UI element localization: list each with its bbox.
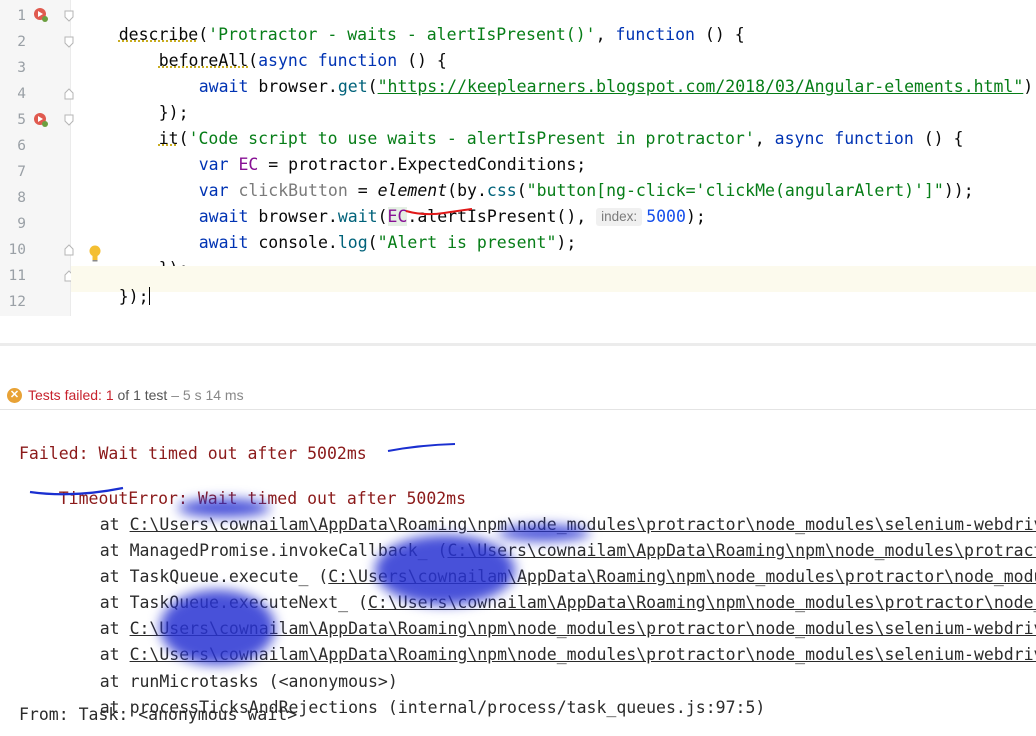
- code-token: );: [686, 207, 706, 226]
- status-prefix: Tests failed:: [28, 387, 106, 403]
- code-line-3[interactable]: await browser.get("https://keeplearners.…: [159, 58, 1036, 115]
- panel-divider[interactable]: [0, 343, 1036, 346]
- test-duration: – 5 s 14 ms: [167, 387, 243, 403]
- code-token: ,: [755, 129, 775, 148]
- code-token: await: [199, 77, 249, 96]
- line-number: 4: [0, 86, 26, 102]
- redaction-scribble: [375, 535, 515, 605]
- code-editor[interactable]: 1 2 3 4 5 6 7 8 9 10 11 12 describe(': [0, 0, 1036, 316]
- redaction-scribble: [498, 525, 590, 541]
- current-line-highlight: [71, 266, 1036, 292]
- fold-end-icon[interactable]: [64, 88, 74, 100]
- line-number: 6: [0, 138, 26, 154]
- code-token: 5000: [646, 207, 686, 226]
- fold-toggle-icon[interactable]: [64, 10, 74, 22]
- parameter-hint: index:: [596, 208, 642, 226]
- line-number: 12: [0, 294, 26, 310]
- text-cursor: [149, 287, 151, 305]
- code-token: function: [615, 25, 694, 44]
- blue-underline-annotation: [28, 484, 128, 500]
- code-token: ));: [944, 181, 974, 200]
- red-underline-annotation: [404, 205, 474, 217]
- line-number: 11: [0, 268, 26, 284]
- code-token: });: [119, 287, 149, 306]
- line-number: 2: [0, 34, 26, 50]
- code-token: );: [556, 233, 576, 252]
- code-token: async: [775, 129, 825, 148]
- code-token: [824, 129, 834, 148]
- code-token: .: [328, 77, 338, 96]
- code-token: );: [1023, 77, 1036, 96]
- code-token: log: [338, 233, 368, 252]
- code-line-9[interactable]: await console.log("Alert is present");: [159, 214, 576, 271]
- console-line: From: Task: <anonymous wait>: [19, 705, 297, 724]
- code-token: function: [834, 129, 913, 148]
- fold-end-icon[interactable]: [64, 244, 74, 256]
- code-token: ,: [596, 25, 616, 44]
- code-token: await: [199, 233, 249, 252]
- code-token: get: [338, 77, 368, 96]
- line-number: 3: [0, 60, 26, 76]
- code-token: (: [368, 77, 378, 96]
- panel-border: [0, 409, 1036, 410]
- code-token: "Alert is present": [378, 233, 557, 252]
- lightbulb-icon[interactable]: [88, 245, 102, 263]
- test-failed-icon: ✕: [7, 388, 22, 403]
- console-line: Failed: Wait timed out after 5002ms: [19, 444, 367, 463]
- failed-count: 1: [106, 387, 114, 403]
- line-number: 1: [0, 8, 26, 24]
- line-number: 7: [0, 164, 26, 180]
- fold-toggle-icon[interactable]: [64, 36, 74, 48]
- status-suffix: of 1 test: [114, 387, 168, 403]
- line-number: 5: [0, 112, 26, 128]
- blue-underline-annotation: [385, 440, 460, 456]
- code-token: [248, 77, 258, 96]
- redaction-scribble: [160, 590, 275, 665]
- editor-scroll-area[interactable]: [0, 316, 1036, 344]
- code-token: () {: [914, 129, 964, 148]
- redaction-scribble: [178, 499, 270, 517]
- code-token: () {: [695, 25, 745, 44]
- run-test-icon[interactable]: [33, 7, 49, 23]
- code-token: console.: [248, 233, 337, 252]
- line-number: 9: [0, 216, 26, 232]
- run-test-icon[interactable]: [33, 112, 49, 128]
- code-token: browser: [258, 77, 328, 96]
- fold-toggle-icon[interactable]: [64, 114, 74, 126]
- url-link[interactable]: "https://keeplearners.blogspot.com/2018/…: [378, 77, 1024, 96]
- editor-gutter: 1 2 3 4 5 6 7 8 9 10 11 12: [0, 0, 71, 316]
- line-number: 8: [0, 190, 26, 206]
- line-number: 10: [0, 242, 26, 258]
- test-status: Tests failed: 1 of 1 test – 5 s 14 ms: [28, 387, 244, 403]
- code-token: (: [368, 233, 378, 252]
